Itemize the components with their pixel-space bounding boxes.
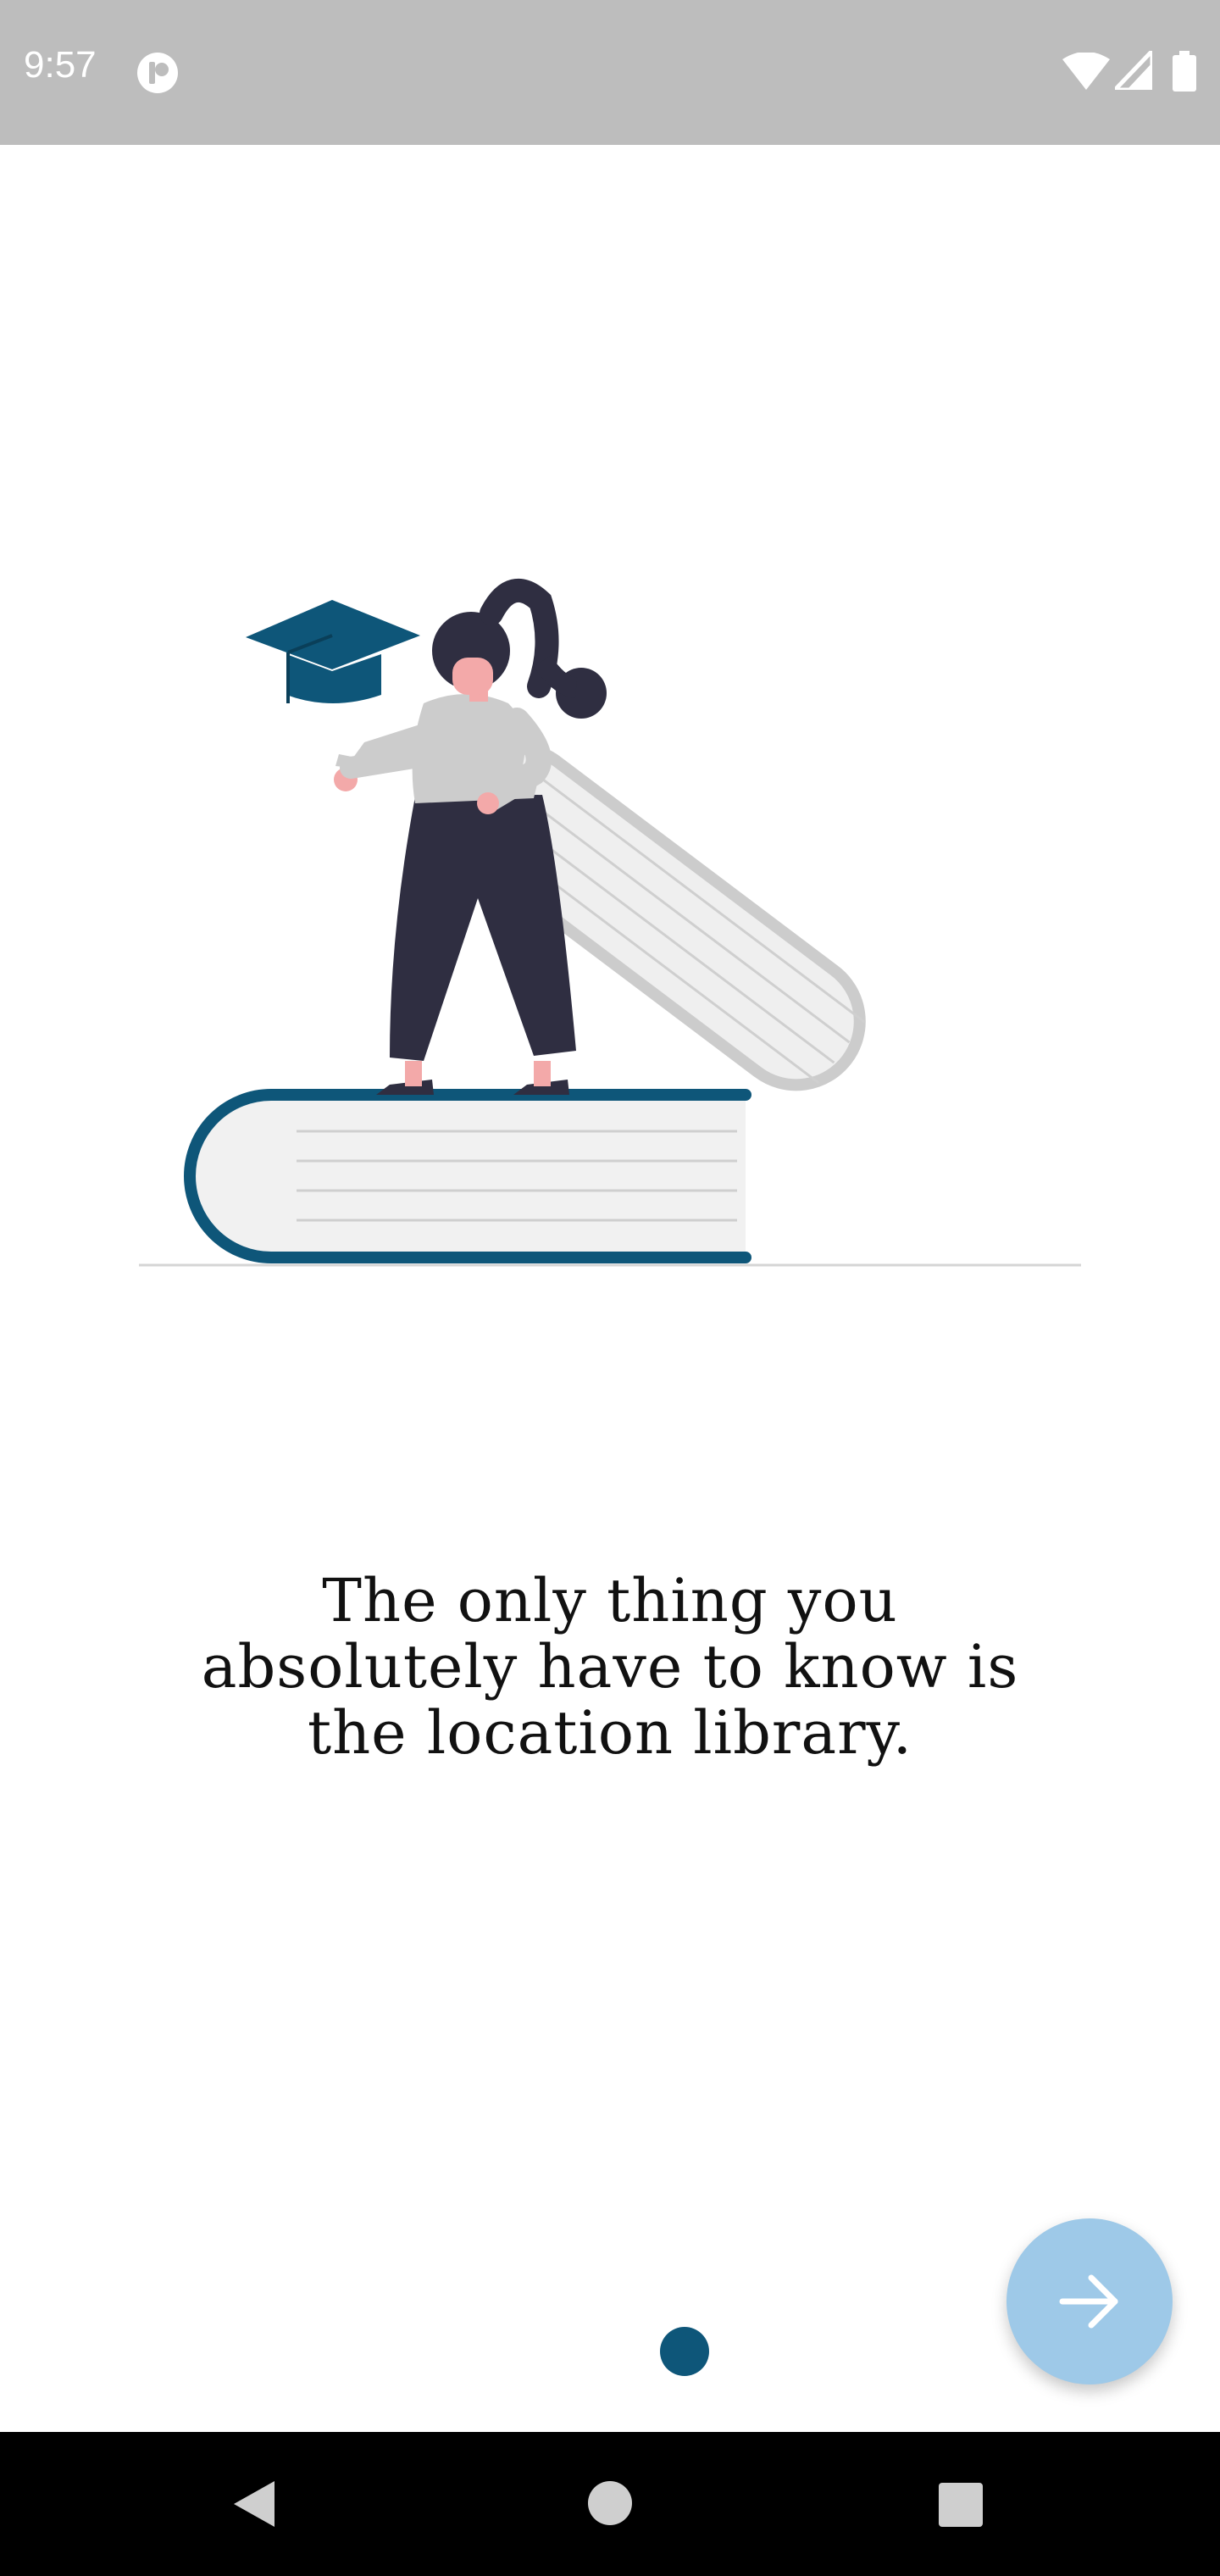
- back-icon[interactable]: [230, 2479, 278, 2529]
- signal-icon: [1115, 51, 1152, 90]
- wifi-icon: [1062, 53, 1110, 90]
- status-time: 9:57: [24, 44, 97, 86]
- arrow-right-icon: [1059, 2274, 1118, 2329]
- woman-on-books-graduation-illustration: [139, 578, 1081, 1267]
- app-notification-icon: [137, 53, 178, 93]
- onboarding-message: The only thing you absolutely have to kn…: [152, 1568, 1068, 1766]
- battery-icon: [1173, 51, 1196, 92]
- home-icon[interactable]: [588, 2481, 632, 2525]
- message-line: The only thing you: [322, 1566, 898, 1635]
- next-button[interactable]: [1006, 2218, 1173, 2384]
- message-line: the location library.: [307, 1698, 913, 1768]
- recents-icon[interactable]: [939, 2483, 983, 2527]
- message-line: absolutely have to know is: [201, 1632, 1019, 1702]
- status-bar: [0, 0, 1220, 145]
- page-indicator-dot: [660, 2327, 709, 2376]
